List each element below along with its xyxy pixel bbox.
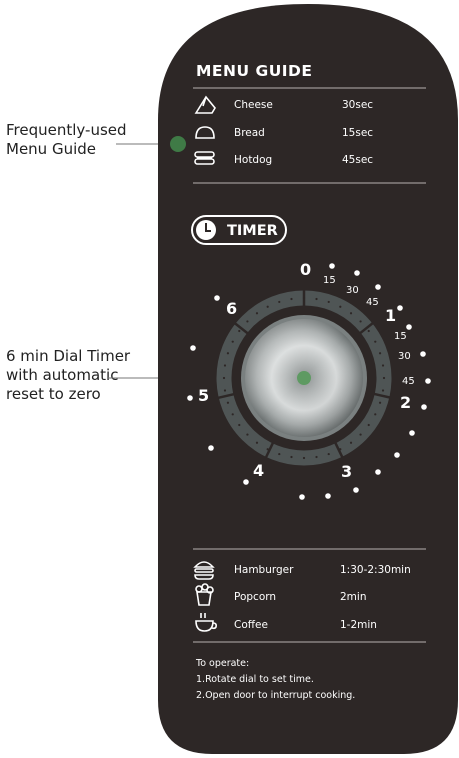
more-menu-item-name: Coffee — [234, 619, 268, 631]
instructions-step-1: 1.Rotate dial to set time. — [196, 674, 314, 685]
dial-mark-1-30: 30 — [398, 351, 411, 362]
dial-white-dot — [353, 487, 359, 493]
dial-mark-5: 5 — [198, 386, 210, 405]
dial-minor-tick — [315, 297, 318, 301]
menu-item-time: 45sec — [342, 154, 374, 166]
dial-minor-tick — [381, 364, 385, 367]
dial-minor-tick — [327, 452, 330, 456]
dial-white-dot — [397, 305, 403, 311]
dial-white-dot — [190, 345, 196, 351]
dial-mark-2: 2 — [400, 393, 412, 412]
dial-white-dot — [409, 430, 415, 436]
dial-minor-tick — [359, 320, 362, 323]
dial-white-dot — [325, 493, 331, 499]
dial-mark-1-45: 45 — [402, 376, 415, 387]
dial-minor-tick — [226, 352, 230, 355]
dial-white-dot — [243, 479, 249, 485]
dial-minor-tick — [223, 364, 227, 367]
dial-minor-tick — [226, 401, 230, 404]
more-menu-item-time: 1:30-2:30min — [340, 564, 411, 576]
dial-white-dot — [420, 351, 426, 357]
dial-minor-tick — [238, 423, 241, 427]
dial-minor-tick — [339, 448, 342, 451]
dial-white-dot — [394, 452, 400, 458]
dial-minor-tick — [367, 329, 370, 333]
dial-white-dot — [421, 404, 427, 410]
dial-mark-0: 0 — [300, 260, 312, 279]
dial-minor-tick — [290, 297, 293, 301]
dial-minor-tick — [231, 413, 234, 416]
dial-minor-tick — [315, 455, 318, 459]
dial-white-dot — [375, 284, 381, 290]
dial-minor-tick — [231, 340, 234, 343]
dial-minor-tick — [222, 376, 226, 380]
dial-white-dot — [299, 494, 305, 500]
dial-minor-tick — [246, 320, 249, 323]
dial-minor-tick — [255, 441, 259, 444]
dial-white-dot — [187, 395, 193, 401]
dial-minor-tick — [238, 329, 241, 333]
dial-minor-tick — [349, 441, 353, 444]
dial-minor-tick — [349, 312, 353, 315]
dial-white-dot — [214, 295, 220, 301]
dial-minor-tick — [255, 312, 259, 315]
dial-minor-tick — [378, 352, 382, 355]
dial-minor-tick — [290, 455, 293, 459]
dial-mark-0-45: 45 — [366, 297, 379, 308]
menu-guide-title: MENU GUIDE — [196, 62, 313, 80]
dial-minor-tick — [374, 340, 377, 343]
dial-minor-tick — [278, 452, 281, 456]
dial-white-dot — [425, 378, 431, 384]
menu-item-name: Hotdog — [234, 154, 273, 166]
dial-mark-4: 4 — [253, 461, 265, 480]
dial-white-dot — [375, 469, 381, 475]
dial-white-dot — [208, 445, 214, 451]
menu-guide-marker — [170, 136, 186, 152]
control-panel — [108, 4, 458, 754]
dial-minor-tick — [374, 413, 377, 416]
dial-minor-tick — [378, 401, 382, 404]
dial-minor-tick — [266, 305, 269, 308]
more-menu-item-name: Hamburger — [234, 564, 294, 576]
menu-item-name: Bread — [234, 127, 265, 139]
menu-item-time: 30sec — [342, 99, 374, 111]
dial-mark-0-15: 15 — [323, 275, 336, 286]
dial-white-dot — [329, 263, 335, 269]
dial-indicator — [297, 371, 311, 385]
more-menu-item-name: Popcorn — [234, 591, 277, 603]
dial-minor-tick — [302, 456, 306, 460]
more-menu-item-time: 1-2min — [340, 619, 377, 631]
dial-minor-tick — [266, 448, 269, 451]
dial-minor-tick — [327, 300, 330, 304]
instructions-heading: To operate: — [196, 658, 250, 669]
dial-mark-1-15: 15 — [394, 331, 407, 342]
dial-minor-tick — [278, 300, 281, 304]
dial-minor-tick — [339, 305, 342, 308]
dial-mark-1: 1 — [385, 306, 397, 325]
dial-white-dot — [354, 270, 360, 276]
dial-minor-tick — [382, 376, 386, 380]
dial-minor-tick — [381, 389, 385, 392]
more-menu-item-time: 2min — [340, 591, 367, 603]
menu-item-name: Cheese — [234, 99, 273, 111]
dial-minor-tick — [223, 389, 227, 392]
menu-item-time: 15sec — [342, 127, 374, 139]
timer-label: TIMER — [227, 223, 278, 239]
dial-minor-tick — [246, 433, 249, 436]
dial-minor-tick — [359, 433, 362, 436]
dial-minor-tick — [367, 423, 370, 427]
dial-mark-0-30: 30 — [346, 285, 359, 296]
dial-minor-tick — [302, 296, 306, 300]
dial-mark-3: 3 — [341, 462, 353, 481]
dial-white-dot — [406, 324, 412, 330]
clock-icon — [196, 220, 216, 240]
dial-mark-6: 6 — [226, 299, 238, 318]
instructions-step-2: 2.Open door to interrupt cooking. — [196, 690, 356, 701]
